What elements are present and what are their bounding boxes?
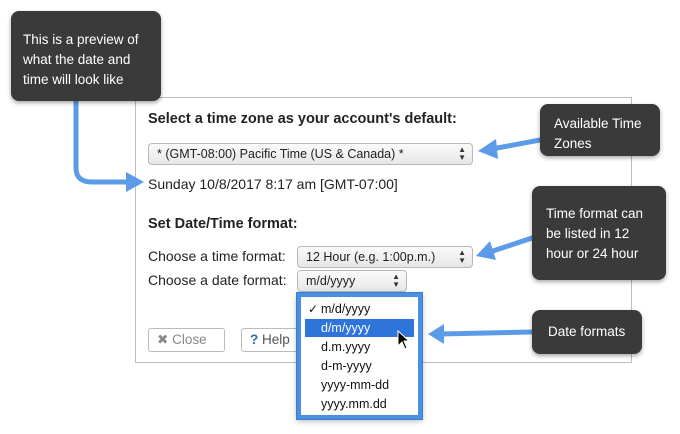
timezones-arrow [489, 137, 543, 152]
time-format-callout: Time format can be listed in 12 hour or … [532, 186, 666, 280]
preview-callout: This is a preview of what the date and t… [11, 11, 161, 101]
timezones-callout: Available Time Zones [540, 104, 660, 156]
date-formats-arrow [437, 329, 535, 337]
preview-arrow [73, 97, 131, 185]
time-format-arrow [487, 235, 535, 255]
date-formats-callout: Date formats [532, 310, 642, 354]
